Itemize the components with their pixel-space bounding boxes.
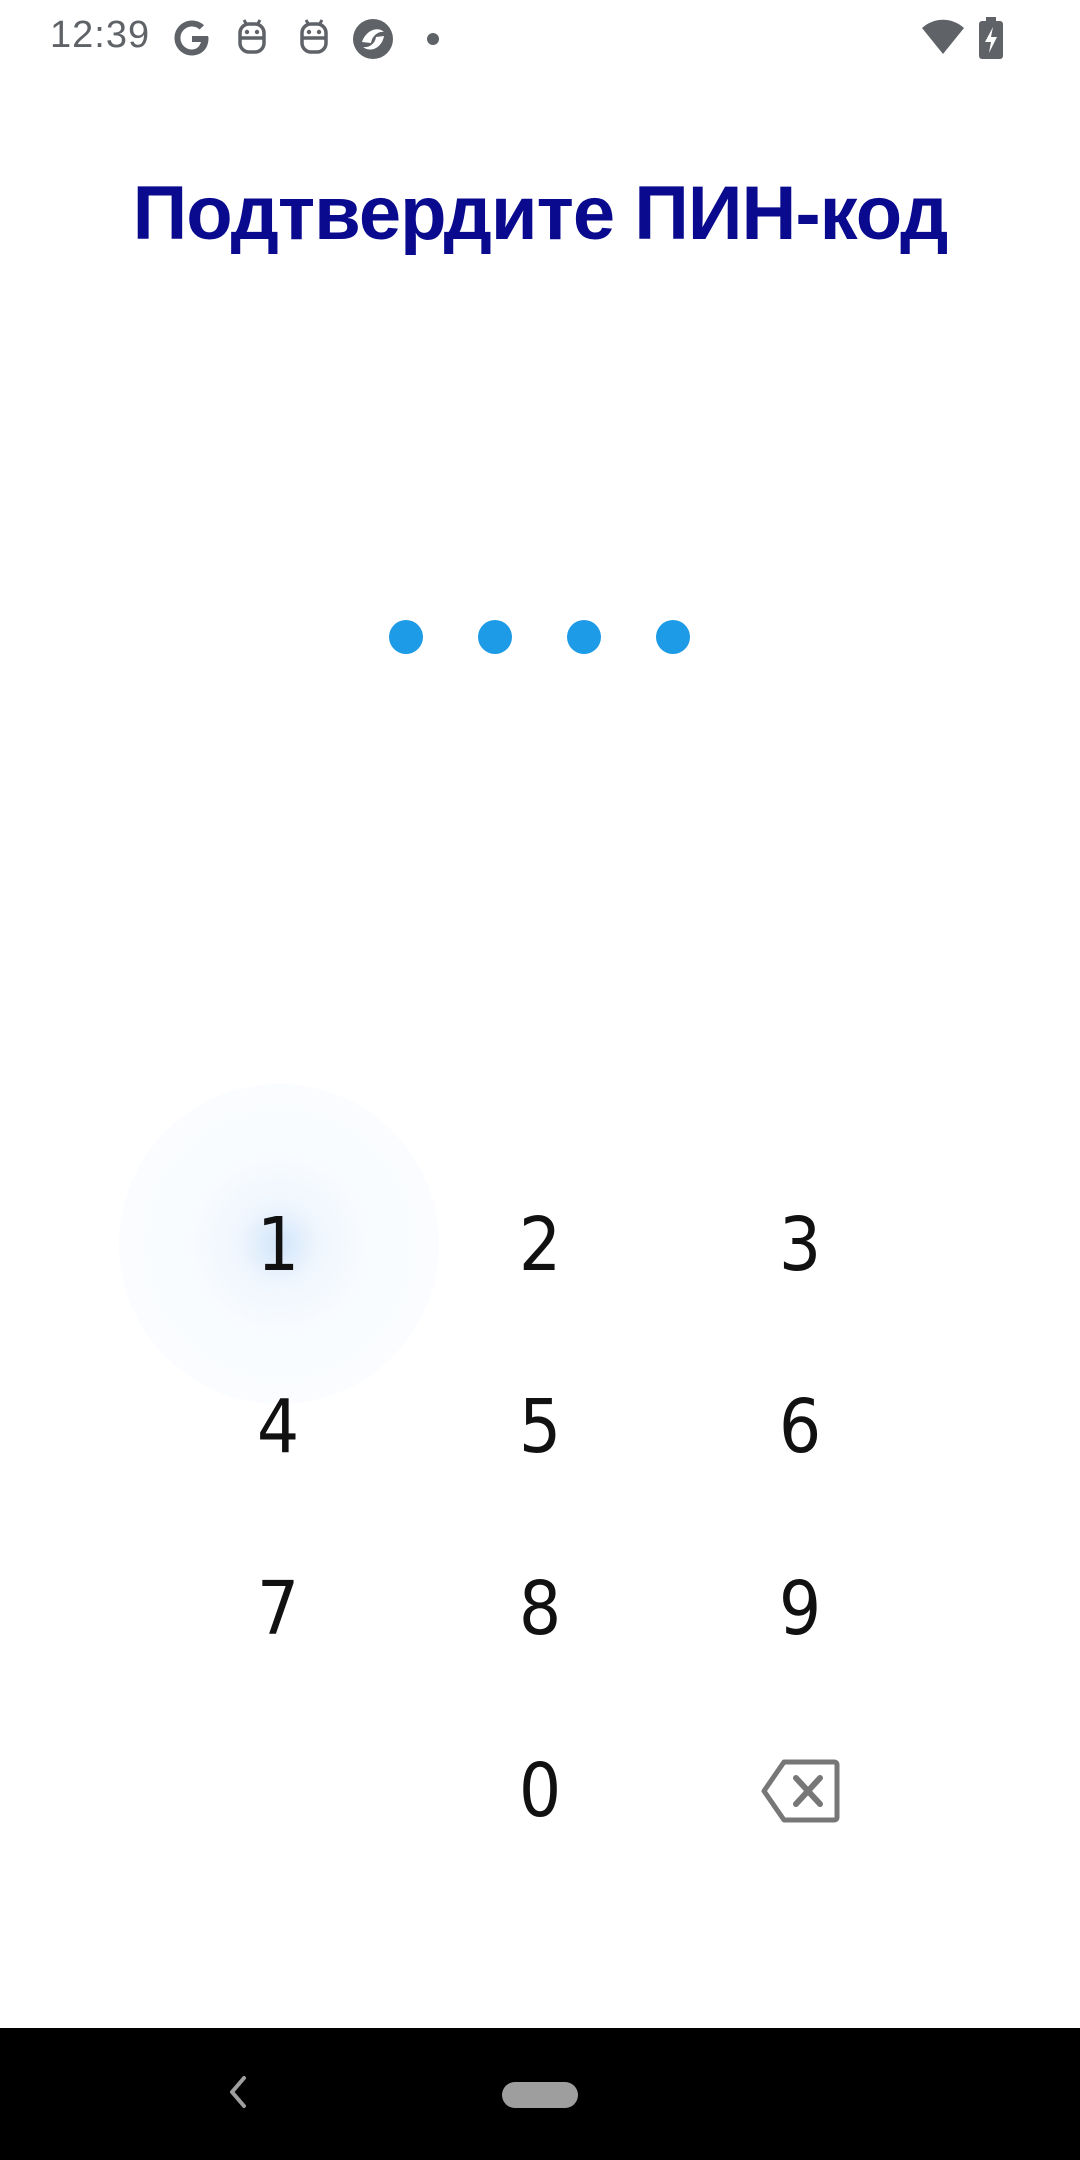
pin-dot	[656, 620, 690, 654]
keypad-key-7[interactable]: 7	[168, 1529, 388, 1689]
keypad-key-5[interactable]: 5	[430, 1347, 650, 1507]
more-dot-icon	[427, 33, 439, 45]
keypad-key-2[interactable]: 2	[430, 1165, 650, 1325]
battery-charging-icon	[979, 17, 1003, 59]
backspace-button[interactable]	[690, 1711, 910, 1871]
keypad-key-1[interactable]: 1	[168, 1165, 388, 1325]
android-icon	[300, 19, 328, 54]
android-icon	[238, 19, 266, 54]
home-pill-icon[interactable]	[502, 2082, 578, 2108]
status-time: 12:39	[50, 14, 151, 56]
pin-dot	[567, 620, 601, 654]
app-icon	[353, 19, 393, 59]
keypad-key-3[interactable]: 3	[690, 1165, 910, 1325]
keypad-key-0[interactable]: 0	[430, 1711, 650, 1871]
wifi-icon	[922, 19, 964, 54]
back-chevron-icon[interactable]	[226, 2072, 250, 2112]
google-icon	[174, 20, 209, 56]
status-bar: 12:39	[0, 0, 1080, 78]
keypad-key-4[interactable]: 4	[168, 1347, 388, 1507]
pin-dot	[478, 620, 512, 654]
keypad-key-8[interactable]: 8	[430, 1529, 650, 1689]
pin-indicator	[0, 620, 1080, 656]
backspace-icon	[761, 1759, 840, 1823]
keypad-key-9[interactable]: 9	[690, 1529, 910, 1689]
keypad-key-6[interactable]: 6	[690, 1347, 910, 1507]
pin-dot	[389, 620, 423, 654]
navigation-bar	[0, 2028, 1080, 2160]
page-title: Подтвердите ПИН-код	[132, 171, 949, 256]
